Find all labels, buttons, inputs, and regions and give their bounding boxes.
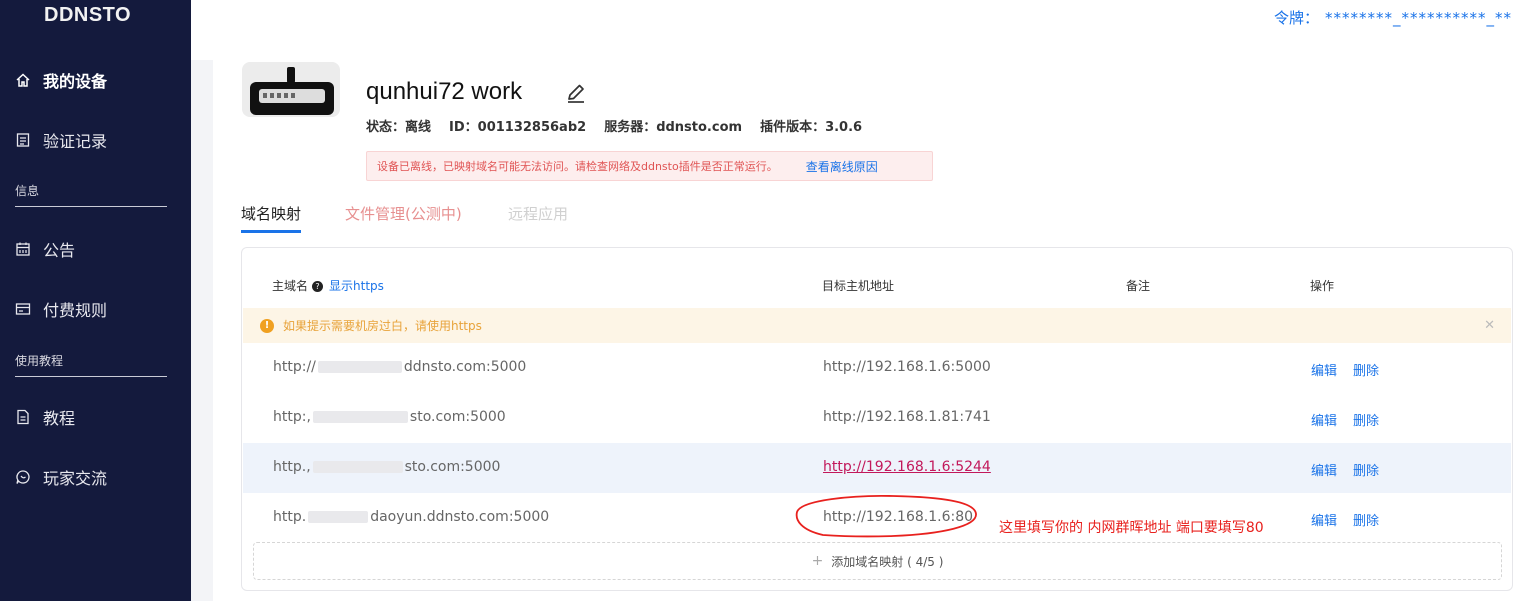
row-target-link[interactable]: http://192.168.1.6:5244 — [823, 459, 991, 475]
edit-button[interactable]: 编辑 — [1311, 410, 1337, 429]
sidebar-item-label: 验证记录 — [43, 132, 108, 151]
help-icon[interactable]: ? — [312, 281, 324, 292]
device-meta: 状态：离线 ID：001132856ab2 服务器：ddnsto.com 插件版本：3… — [366, 116, 880, 135]
card-icon — [15, 303, 31, 315]
sidebar-item-tutorial[interactable]: 教程 — [15, 405, 75, 429]
content-gutter — [191, 60, 213, 601]
row-domain: http://ddnsto.com:5000 — [273, 359, 527, 375]
delete-button[interactable]: 删除 — [1353, 510, 1379, 529]
header-action: 操作 — [1310, 279, 1335, 293]
table-row: http:, sto.com:5000 http://192.168.1.81:7… — [243, 393, 1511, 443]
table-row: http., sto.com:5000 http://192.168.1.6:52… — [243, 443, 1511, 493]
annotation-ellipse — [795, 494, 977, 538]
add-domain-mapping-button[interactable]: + 添加域名映射 ( 4/5 ) — [253, 542, 1502, 580]
token-value: ********_**********_** — [1325, 9, 1513, 27]
calendar-icon — [16, 242, 30, 256]
document-icon — [17, 409, 29, 425]
sidebar-section-tutorial: 使用教程 — [15, 352, 167, 377]
table-row: http://ddnsto.com:5000 http://192.168.1.… — [243, 343, 1511, 393]
sidebar-item-label: 我的设备 — [43, 72, 108, 91]
edit-button[interactable]: 编辑 — [1311, 510, 1337, 529]
chat-icon — [16, 470, 30, 484]
offline-alert: 设备已离线，已映射域名可能无法访问。请检查网络及ddnsto插件是否正常运行。 … — [366, 151, 933, 181]
row-domain: http. daoyun.ddnsto.com:5000 — [273, 509, 550, 525]
sidebar-item-pricing[interactable]: 付费规则 — [15, 297, 107, 321]
domain-mapping-table: 主域名? 显示https 目标主机地址 备注 操作 ! 如果提示需要机房过白，请使… — [241, 247, 1513, 591]
delete-button[interactable]: 删除 — [1353, 410, 1379, 429]
add-domain-mapping-label: 添加域名映射 ( 4/5 ) — [831, 554, 944, 569]
token-display: 令牌： ********_**********_** — [1274, 7, 1512, 28]
sidebar-item-my-devices[interactable]: 我的设备 — [15, 68, 107, 92]
sidebar-item-label: 教程 — [43, 409, 76, 428]
show-https-toggle[interactable]: 显示https — [329, 279, 384, 293]
device-id: ID：001132856ab2 — [449, 120, 587, 135]
header-remark: 备注 — [1126, 279, 1151, 293]
row-target: http://192.168.1.6:5000 — [823, 359, 991, 375]
https-notice: ! 如果提示需要机房过白，请使用https ✕ — [243, 308, 1511, 343]
header-domain: 主域名? 显示https — [272, 277, 384, 294]
offline-alert-message: 设备已离线，已映射域名可能无法访问。请检查网络及ddnsto插件是否正常运行。 — [377, 160, 778, 173]
list-icon — [16, 133, 30, 147]
home-icon — [16, 73, 30, 87]
https-notice-text: 如果提示需要机房过白，请使用https — [283, 319, 482, 333]
edit-name-icon[interactable] — [565, 82, 587, 104]
token-label: 令牌： — [1274, 9, 1320, 27]
header-target: 目标主机地址 — [822, 279, 895, 293]
offline-reason-link[interactable]: 查看离线原因 — [806, 158, 878, 175]
warning-icon: ! — [260, 318, 274, 333]
sidebar-item-label: 玩家交流 — [43, 469, 108, 488]
plugin-version: 插件版本：3.0.6 — [760, 120, 863, 135]
row-target: http://192.168.1.81:741 — [823, 409, 991, 425]
brand-logo: DDNSTO — [44, 4, 132, 26]
sidebar-item-community[interactable]: 玩家交流 — [15, 465, 107, 489]
router-device-icon — [242, 62, 340, 117]
delete-button[interactable]: 删除 — [1353, 460, 1379, 479]
tab-domain-mapping[interactable]: 域名映射 — [241, 203, 302, 233]
device-name: qunhui72 work — [366, 78, 523, 105]
tab-remote-apps[interactable]: 远程应用 — [508, 203, 568, 224]
close-icon[interactable]: ✕ — [1484, 318, 1495, 333]
edit-button[interactable]: 编辑 — [1311, 460, 1337, 479]
sidebar-item-verify-records[interactable]: 验证记录 — [15, 128, 107, 152]
sidebar: DDNSTO 我的设备 验证记录 信息 公告 付费规则 使用教程 教程 玩家交流 — [0, 0, 191, 601]
sidebar-item-label: 付费规则 — [43, 301, 108, 320]
row-domain: http., sto.com:5000 — [273, 459, 501, 475]
delete-button[interactable]: 删除 — [1353, 360, 1379, 379]
sidebar-section-info: 信息 — [15, 182, 167, 207]
plus-icon: + — [811, 553, 824, 569]
edit-button[interactable]: 编辑 — [1311, 360, 1337, 379]
sidebar-item-label: 公告 — [43, 241, 76, 260]
header-domain-label: 主域名 — [272, 279, 309, 293]
row-domain: http:, sto.com:5000 — [273, 409, 506, 425]
tab-file-management[interactable]: 文件管理(公测中) — [345, 203, 462, 224]
sidebar-item-announcement[interactable]: 公告 — [15, 237, 75, 261]
device-server: 服务器：ddnsto.com — [604, 120, 743, 135]
device-status: 状态：离线 — [366, 120, 432, 135]
annotation-note: 这里填写你的 内网群晖地址 端口要填写80 — [999, 520, 1264, 536]
